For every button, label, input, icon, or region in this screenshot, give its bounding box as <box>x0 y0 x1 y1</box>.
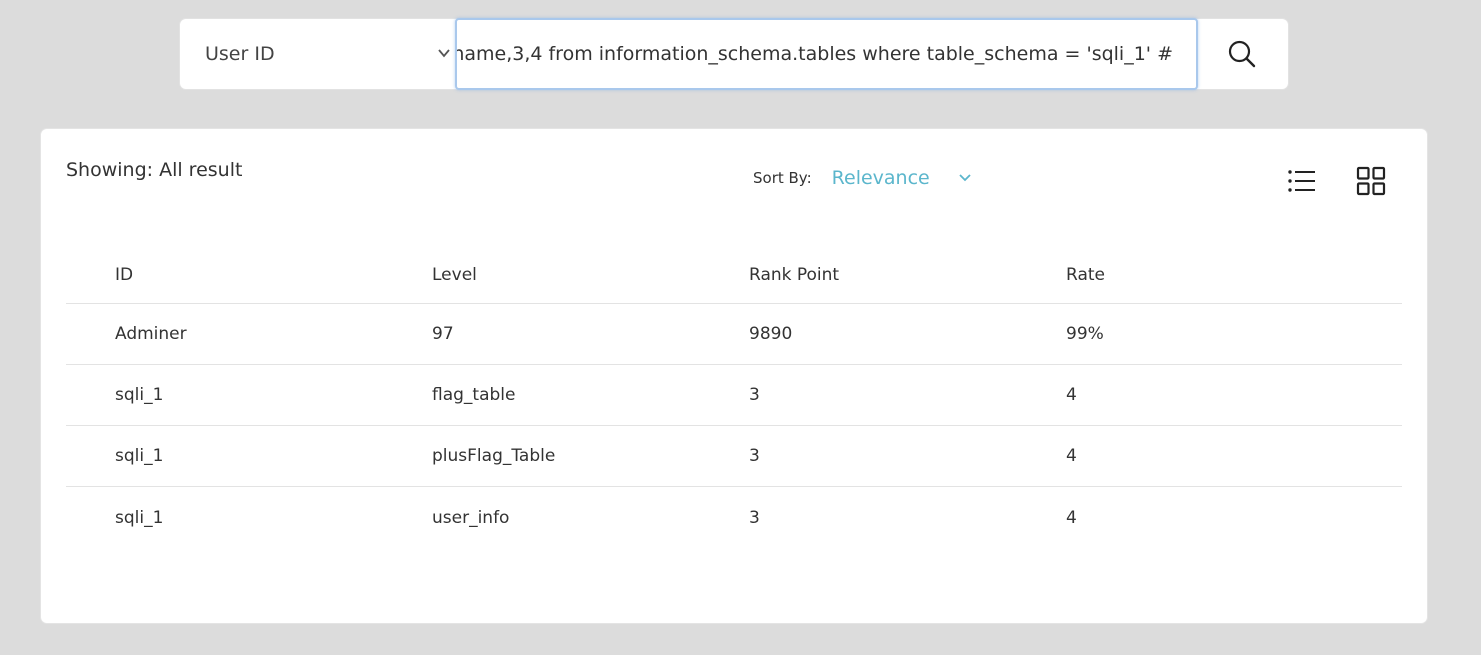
cell-rate: 4 <box>1066 446 1077 466</box>
cell-level: plusFlag_Table <box>432 446 556 466</box>
results-panel: Showing: All result Sort By: Relevance I… <box>41 129 1427 623</box>
cell-rank-point: 9890 <box>749 324 793 344</box>
cell-id: sqli_1 <box>115 507 164 528</box>
cell-id: Adminer <box>115 324 187 344</box>
table-row: sqli_1 user_info 3 4 <box>66 487 1402 548</box>
cell-level: 97 <box>432 324 454 344</box>
cell-rate: 4 <box>1066 385 1077 405</box>
cell-rate: 99% <box>1066 324 1104 344</box>
results-table: ID Level Rank Point Rate Adminer 97 9890… <box>66 246 1402 548</box>
column-header-rate: Rate <box>1066 264 1105 285</box>
cell-rank-point: 3 <box>749 507 760 528</box>
cell-level: flag_table <box>432 385 516 405</box>
search-bar: User ID able_name,3,4 from information_s… <box>180 18 1288 90</box>
cell-rank-point: 3 <box>749 385 760 405</box>
search-input[interactable]: able_name,3,4 from information_schema.ta… <box>455 18 1198 90</box>
cell-rate: 4 <box>1066 507 1077 528</box>
search-input-value: able_name,3,4 from information_schema.ta… <box>455 43 1173 65</box>
search-button[interactable] <box>1210 31 1274 77</box>
table-row: Adminer 97 9890 99% <box>66 304 1402 365</box>
table-row: sqli_1 flag_table 3 4 <box>66 365 1402 426</box>
cell-rank-point: 3 <box>749 446 760 466</box>
search-icon <box>1228 40 1256 68</box>
sort-label: Sort By: <box>753 169 812 187</box>
chevron-down-icon <box>438 49 450 58</box>
search-filter-value: User ID <box>205 43 275 65</box>
column-header-id: ID <box>115 264 134 285</box>
cell-id: sqli_1 <box>115 446 164 466</box>
showing-label: Showing: All result <box>66 159 243 181</box>
cell-level: user_info <box>432 507 510 528</box>
sort-select[interactable]: Relevance <box>832 167 972 189</box>
search-filter-select[interactable]: User ID <box>180 19 456 89</box>
column-header-level: Level <box>432 264 477 285</box>
list-view-icon[interactable] <box>1287 167 1317 195</box>
column-header-rank-point: Rank Point <box>749 264 840 285</box>
chevron-down-icon <box>959 174 971 182</box>
grid-view-icon[interactable] <box>1356 166 1386 196</box>
cell-id: sqli_1 <box>115 385 164 405</box>
table-header-row: ID Level Rank Point Rate <box>66 246 1402 304</box>
sort-control: Sort By: Relevance <box>753 167 972 189</box>
sort-value: Relevance <box>831 167 930 189</box>
table-row: sqli_1 plusFlag_Table 3 4 <box>66 426 1402 487</box>
